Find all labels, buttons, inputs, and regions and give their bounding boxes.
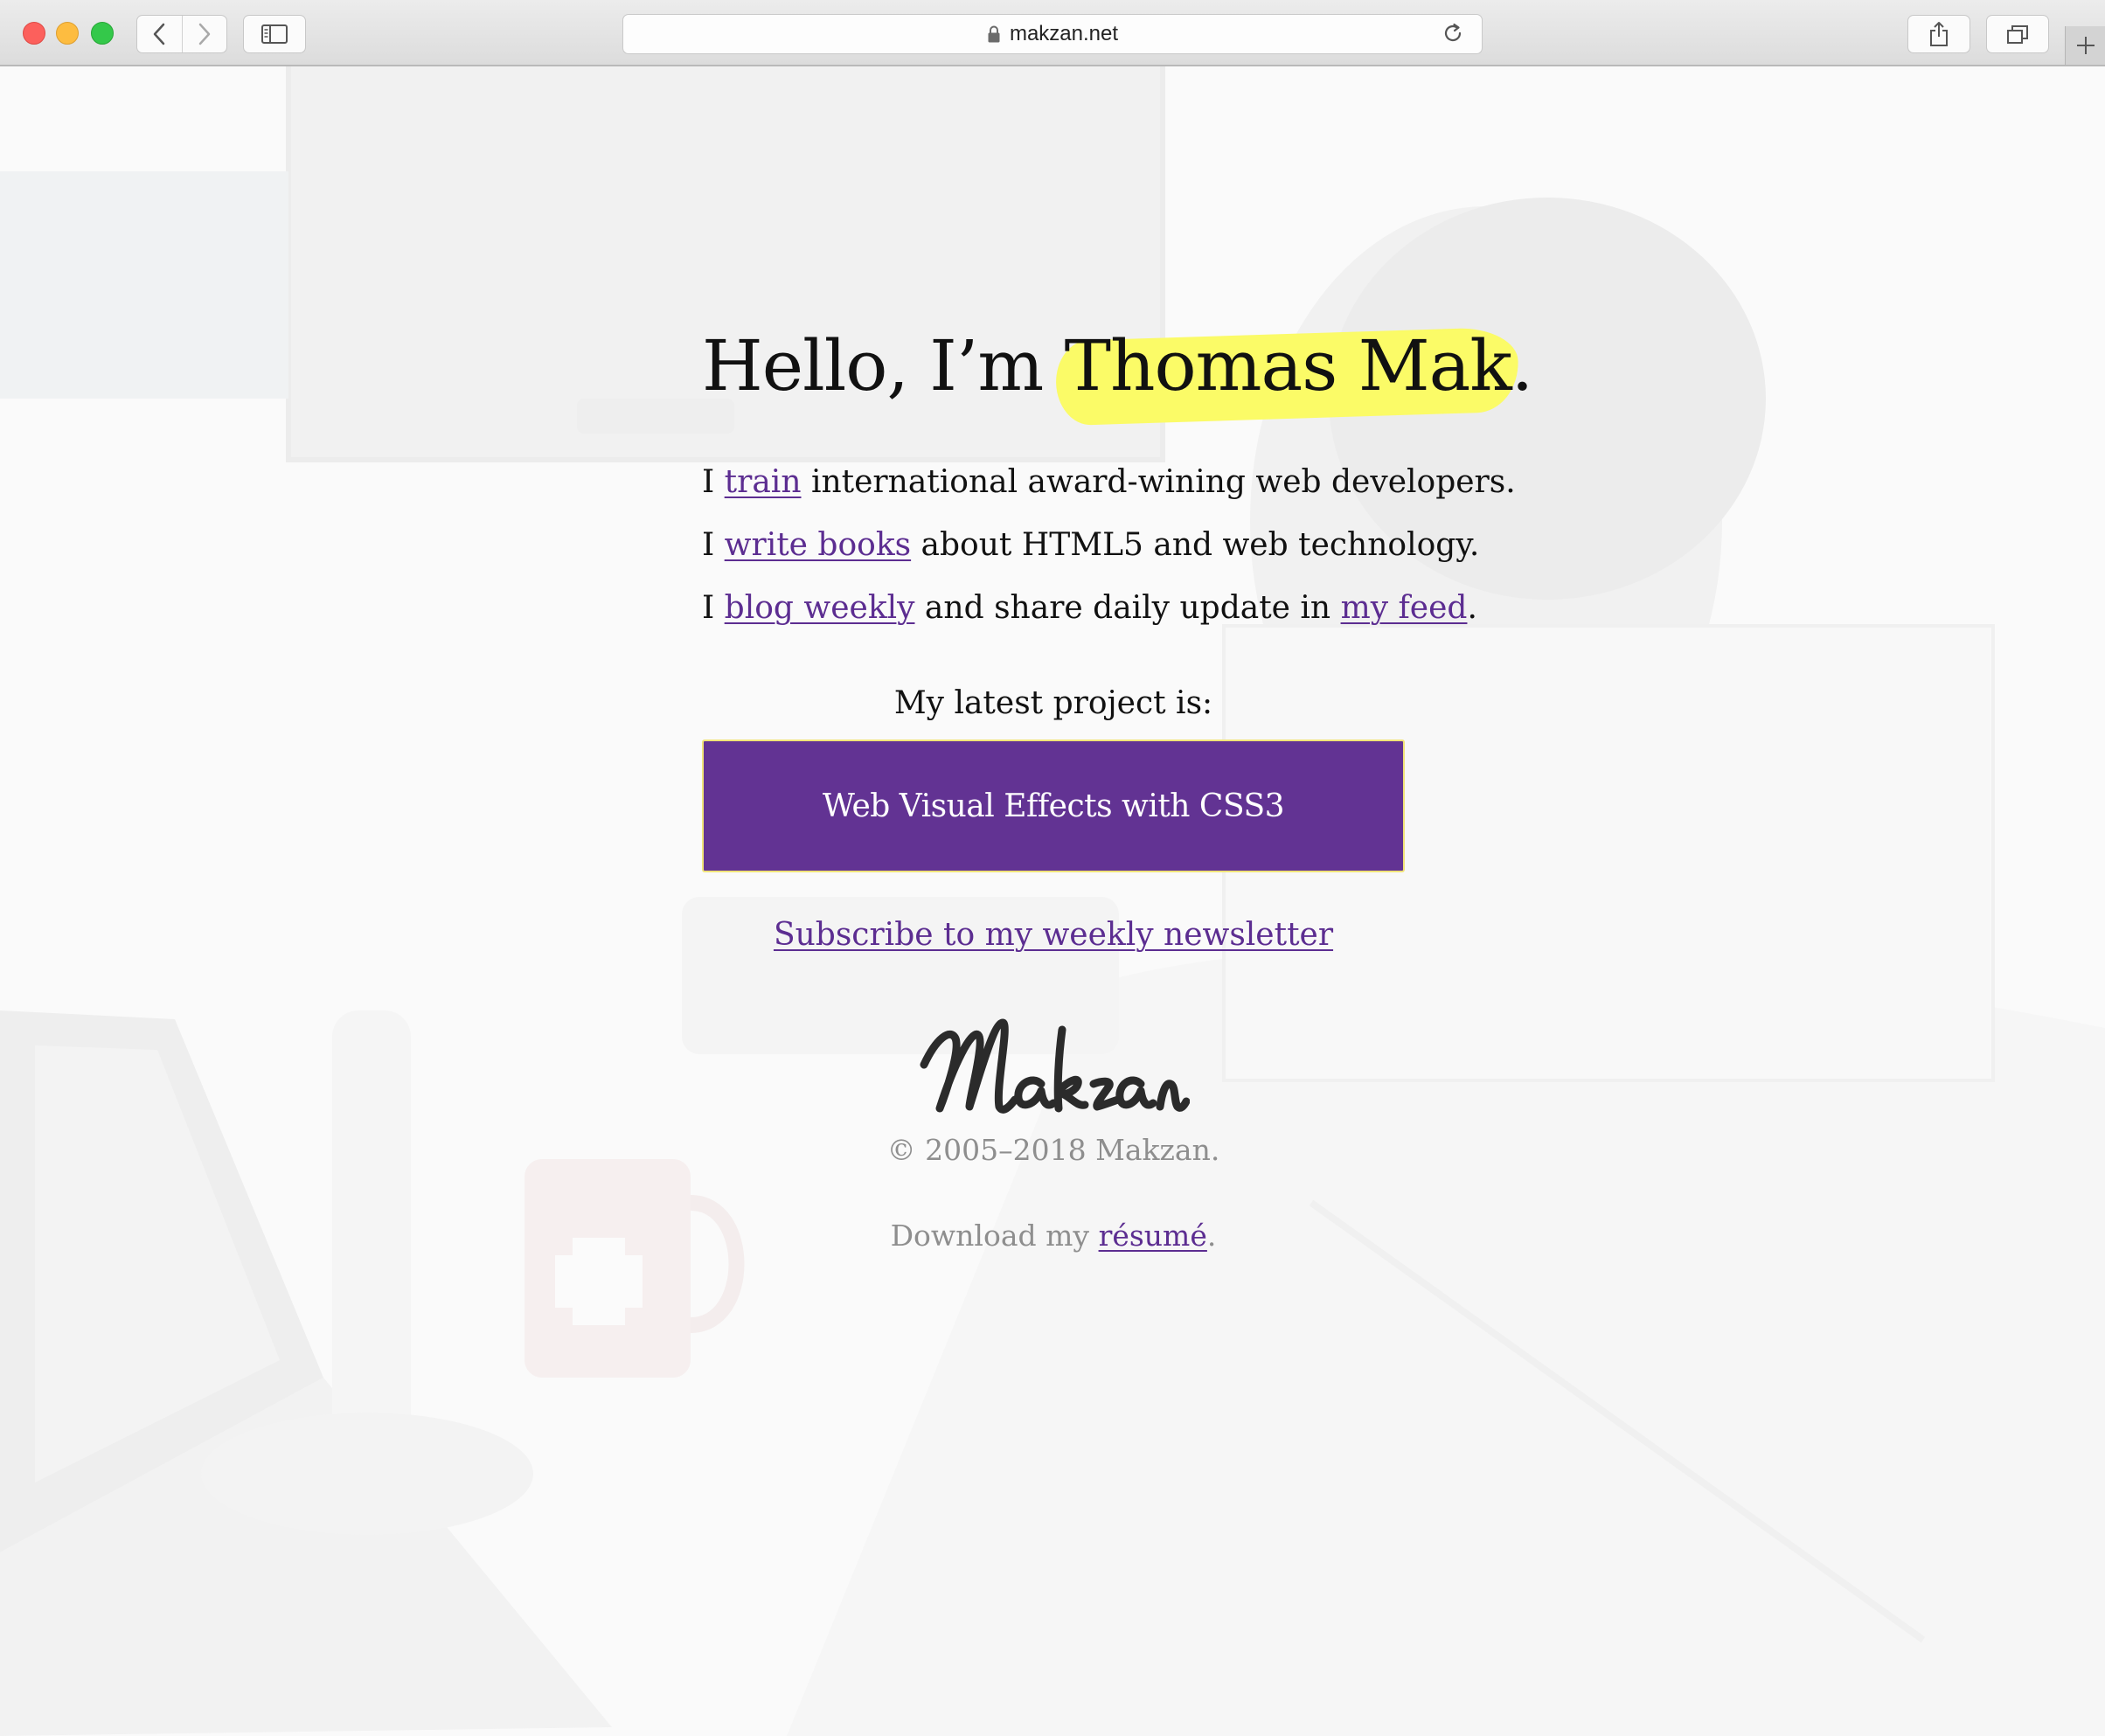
- intro-line-prefix: I: [702, 464, 725, 500]
- intro-line-prefix: I: [702, 590, 725, 626]
- hero-heading: Hello, I’m Thomas Mak.: [702, 325, 1533, 406]
- sidebar-toggle-button[interactable]: [243, 15, 306, 53]
- write-books-link[interactable]: write books: [725, 527, 911, 563]
- resume-link[interactable]: résumé: [1099, 1219, 1207, 1253]
- intro-line-blog: I blog weekly and share daily update in …: [702, 584, 1477, 632]
- address-bar[interactable]: makzan.net: [622, 14, 1483, 54]
- name-text: Thomas Mak: [1064, 325, 1512, 406]
- reload-button[interactable]: [1442, 22, 1464, 48]
- download-resume-line: Download my résumé.: [702, 1219, 1405, 1253]
- background-photo: [0, 66, 2105, 1736]
- forward-button[interactable]: [181, 16, 227, 52]
- window-minimize-button[interactable]: [56, 22, 79, 45]
- copyright-text: © 2005–2018 Makzan.: [886, 1133, 1220, 1167]
- show-tabs-button[interactable]: [1986, 15, 2049, 53]
- intro-line-suffix: about HTML5 and web technology.: [911, 527, 1480, 563]
- back-button[interactable]: [137, 16, 182, 52]
- signature-logo: [920, 1018, 1190, 1114]
- latest-project-button[interactable]: Web Visual Effects with CSS3: [702, 740, 1405, 872]
- train-link[interactable]: train: [725, 464, 802, 500]
- navigation-buttons: [136, 15, 227, 53]
- intro-line-suffix: international award-wining web developer…: [801, 464, 1516, 500]
- window-maximize-button[interactable]: [91, 22, 114, 45]
- subscribe-newsletter-link[interactable]: Subscribe to my weekly newsletter: [774, 917, 1333, 953]
- download-prefix: Download my: [890, 1219, 1099, 1253]
- intro-lines: I train international award-wining web d…: [702, 458, 1516, 647]
- download-suffix: .: [1206, 1219, 1217, 1253]
- url-text: makzan.net: [1009, 22, 1119, 45]
- tabs-icon: [2007, 25, 2028, 44]
- web-page: Hello, I’m Thomas Mak. I train internati…: [0, 66, 2105, 1736]
- share-button[interactable]: [1907, 15, 1970, 53]
- window-close-button[interactable]: [23, 22, 45, 45]
- intro-line-train: I train international award-wining web d…: [702, 458, 1516, 506]
- name-highlight: Thomas Mak: [1064, 325, 1512, 406]
- chevron-left-icon: [154, 23, 165, 45]
- greeting-text: Hello, I’m: [702, 325, 1065, 406]
- intro-line-suffix: .: [1467, 590, 1477, 626]
- share-icon: [1930, 22, 1948, 46]
- plus-icon: [2077, 37, 2095, 54]
- intro-line-books: I write books about HTML5 and web techno…: [702, 521, 1479, 569]
- subscribe-container: Subscribe to my weekly newsletter: [702, 917, 1405, 953]
- my-feed-link[interactable]: my feed: [1341, 590, 1468, 626]
- blog-weekly-link[interactable]: blog weekly: [725, 590, 915, 626]
- new-tab-button[interactable]: [2065, 26, 2105, 65]
- lock-icon: [988, 25, 1000, 43]
- reload-icon: [1444, 23, 1462, 42]
- intro-line-prefix: I: [702, 527, 725, 563]
- latest-project-label: My latest project is:: [893, 685, 1213, 721]
- sidebar-icon: [261, 24, 288, 44]
- browser-toolbar: makzan.net: [0, 0, 2105, 66]
- intro-line-middle: and share daily update in: [914, 590, 1341, 626]
- chevron-right-icon: [198, 23, 210, 45]
